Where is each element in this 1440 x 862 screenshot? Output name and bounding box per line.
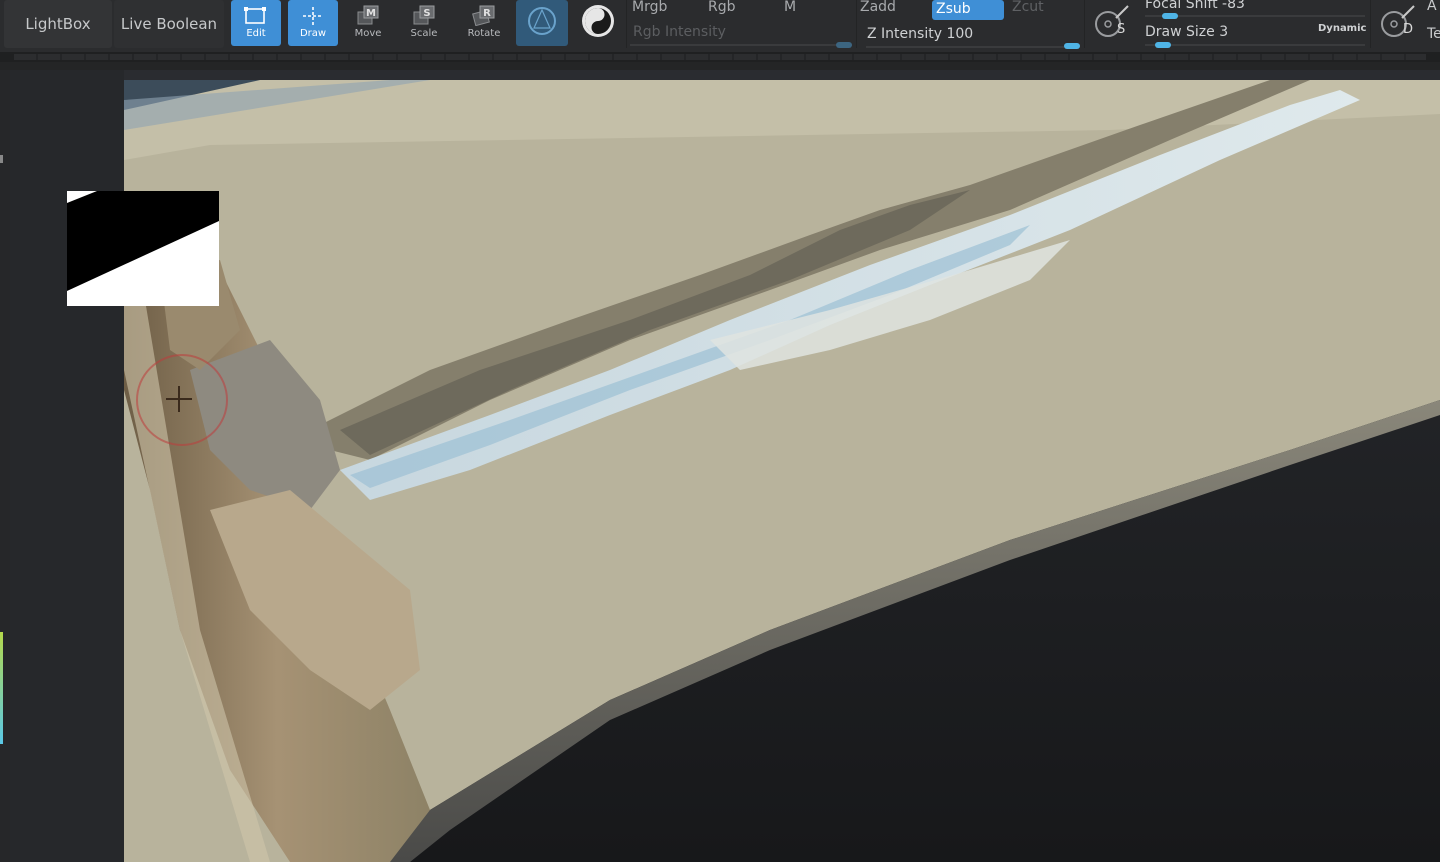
scale-icon: S <box>413 5 435 25</box>
rgb-button[interactable]: Rgb <box>704 0 774 18</box>
svg-text:S: S <box>423 8 430 19</box>
rotate-button[interactable]: R Rotate <box>459 0 509 46</box>
left-tray-marker <box>0 155 3 163</box>
z-intensity-slider[interactable] <box>866 46 1080 48</box>
edit-button[interactable]: Edit <box>231 0 281 46</box>
navigation-cube[interactable] <box>67 191 219 306</box>
canvas-viewport[interactable] <box>10 70 1440 862</box>
m-button[interactable]: M <box>780 0 840 18</box>
shelf-divider <box>1084 0 1085 48</box>
brush-crosshair-v <box>178 386 180 412</box>
live-boolean-button[interactable]: Live Boolean <box>114 0 224 48</box>
z-intensity-knob[interactable] <box>1064 43 1080 49</box>
s-button-letter: S <box>1117 22 1126 37</box>
truncated-edge-label-a[interactable]: A <box>1427 0 1437 14</box>
zsub-button[interactable]: Zsub <box>932 0 1004 20</box>
edit-label: Edit <box>246 28 266 39</box>
focal-shift-value: -83 <box>1222 0 1245 12</box>
z-intensity-value: 100 <box>946 26 974 42</box>
focal-shift-label: Focal Shift <box>1145 0 1218 12</box>
z-intensity-label: Z Intensity <box>867 26 942 42</box>
draw-label: Draw <box>299 28 327 39</box>
draw-size-slider[interactable] <box>1145 44 1365 46</box>
shelf-rail <box>0 52 1440 62</box>
draw-icon <box>303 7 323 25</box>
z-intensity-slider-label: Z Intensity 100 <box>867 26 973 42</box>
rgb-intensity-slider[interactable] <box>630 44 852 46</box>
move-button[interactable]: M Move <box>343 0 393 46</box>
sculpt-mesh[interactable] <box>10 70 1440 862</box>
scale-label: Scale <box>410 28 438 39</box>
edit-icon <box>244 7 266 24</box>
top-shelf: LightBox Live Boolean Edit Draw M Move S… <box>0 0 1440 52</box>
draw-size-knob[interactable] <box>1155 42 1172 48</box>
left-tray-accent <box>0 632 3 744</box>
move-icon: M <box>357 5 379 25</box>
move-label: Move <box>354 28 382 39</box>
draw-button[interactable]: Draw <box>288 0 338 46</box>
stroke-s-button[interactable]: S <box>1090 2 1134 46</box>
sphere-wire-icon <box>528 7 556 35</box>
d-button-letter: D <box>1403 22 1414 37</box>
yin-sphere-icon <box>582 5 614 37</box>
zcut-button[interactable]: Zcut <box>1008 0 1078 18</box>
dynamic-toggle[interactable]: Dynamic <box>1318 23 1366 34</box>
rgb-intensity-knob[interactable] <box>836 42 852 48</box>
scale-button[interactable]: S Scale <box>399 0 449 46</box>
draw-size-value: 3 <box>1219 24 1229 40</box>
rgb-intensity-label: Rgb Intensity <box>633 24 726 40</box>
svg-text:M: M <box>366 8 376 19</box>
stroke-d-button[interactable]: D <box>1374 2 1418 46</box>
lightbox-button[interactable]: LightBox <box>4 0 112 48</box>
rotate-label: Rotate <box>467 28 501 39</box>
rotate-icon: R <box>472 5 495 26</box>
shelf-divider <box>626 0 627 48</box>
focal-shift-knob[interactable] <box>1162 13 1179 19</box>
shelf-divider <box>1370 0 1371 48</box>
zbrush-window: LightBox Live Boolean Edit Draw M Move S… <box>0 0 1440 862</box>
brush-draw-cursor <box>136 354 228 446</box>
svg-text:R: R <box>483 8 491 19</box>
focal-shift-slider-label: Focal Shift -83 <box>1145 0 1245 12</box>
shelf-gap <box>0 62 1440 70</box>
stroke-target-icon <box>1095 5 1129 37</box>
mrgb-button[interactable]: Mrgb <box>628 0 698 18</box>
nav-cube-face-icon <box>67 191 219 291</box>
polypaint-mode-button[interactable] <box>574 0 622 46</box>
zadd-button[interactable]: Zadd <box>856 0 926 18</box>
sculpt-mode-button[interactable] <box>516 0 568 46</box>
truncated-edge-label-te[interactable]: Te <box>1427 26 1440 42</box>
draw-size-label: Draw Size <box>1145 24 1215 40</box>
draw-size-slider-label: Draw Size 3 <box>1145 24 1228 40</box>
